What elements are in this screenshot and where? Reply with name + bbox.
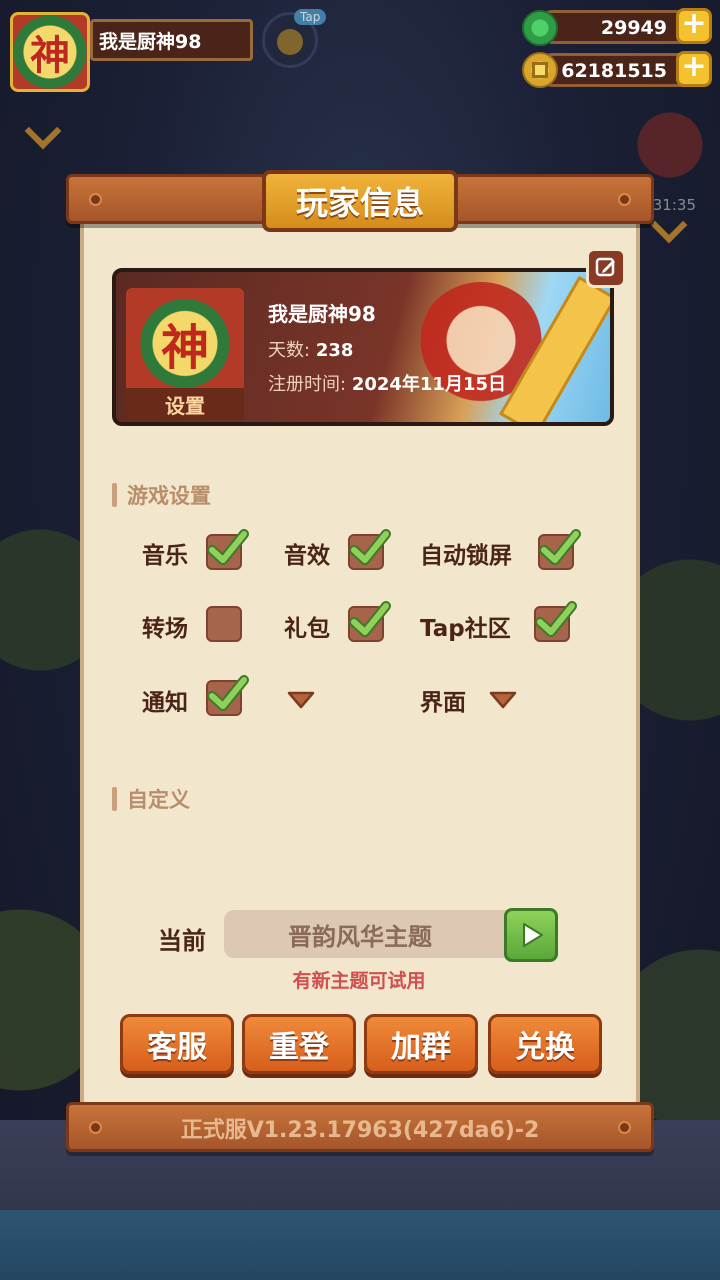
- checkmark-icon: [535, 601, 577, 637]
- profile-register-date: 注册时间: 2024年11月15日: [268, 370, 506, 396]
- version-label: 正式服V1.23.17963(427da6)-2: [180, 1118, 540, 1143]
- player-name-plate: 我是厨神98: [90, 19, 253, 61]
- custom-title: 自定义: [127, 788, 190, 812]
- theme-name-field[interactable]: 晋韵风华主题: [224, 910, 520, 958]
- checkmark-icon: [539, 529, 581, 565]
- music-label: 音乐: [142, 543, 188, 569]
- register-value: 2024年11月15日: [351, 374, 507, 395]
- current-theme-label: 当前: [158, 927, 206, 955]
- auto-lock-label: 自动锁屏: [420, 543, 512, 569]
- add-coin-button[interactable]: +: [676, 51, 712, 87]
- section-marker: [112, 483, 117, 507]
- transition-label: 转场: [142, 616, 188, 642]
- avatar-settings-button[interactable]: 设置: [126, 388, 244, 420]
- tap-tag: Tap: [294, 9, 327, 25]
- background-water: [0, 1210, 720, 1280]
- coin-icon: [522, 52, 558, 88]
- customer-service-button[interactable]: 客服: [120, 1014, 234, 1074]
- music-checkbox[interactable]: [206, 529, 249, 570]
- tap-community-label: Tap社区: [420, 616, 511, 642]
- avatar-glyph: 神: [160, 320, 209, 376]
- player-avatar[interactable]: 神: [10, 12, 90, 92]
- interface-label: 界面: [420, 690, 466, 716]
- edit-profile-button[interactable]: [586, 248, 626, 288]
- chevron-down-icon[interactable]: [488, 690, 518, 709]
- register-label: 注册时间:: [268, 374, 347, 395]
- checkmark-icon: [207, 529, 249, 565]
- edit-icon: [595, 257, 615, 277]
- gift-pack-label: 礼包: [284, 616, 330, 642]
- jade-icon: [522, 10, 558, 46]
- add-jade-button[interactable]: +: [676, 8, 712, 44]
- sound-effect-label: 音效: [284, 543, 330, 569]
- days-value: 238: [315, 340, 354, 361]
- chevron-down-icon[interactable]: [286, 690, 316, 709]
- profile-days: 天数: 238: [268, 336, 353, 362]
- notification-checkbox[interactable]: [206, 675, 249, 716]
- play-icon: [523, 923, 543, 947]
- custom-heading: 自定义: [112, 784, 190, 814]
- sound-effect-checkbox[interactable]: [348, 529, 391, 570]
- profile-card: 神 设置 我是厨神98 天数: 238 注册时间: 2024年11月15日: [112, 268, 614, 426]
- days-label: 天数:: [268, 340, 311, 361]
- relogin-button[interactable]: 重登: [242, 1014, 356, 1074]
- jade-amount: 29949: [600, 17, 667, 39]
- join-group-button[interactable]: 加群: [364, 1014, 478, 1074]
- section-marker: [112, 787, 117, 811]
- notification-label: 通知: [142, 690, 188, 716]
- checkmark-icon: [349, 529, 391, 565]
- nail-icon: [89, 193, 102, 206]
- avatar-glyph: 神: [30, 32, 70, 79]
- checkmark-icon: [349, 601, 391, 637]
- nail-icon: [618, 193, 631, 206]
- transition-checkbox[interactable]: [206, 606, 242, 642]
- tap-community-checkbox[interactable]: [534, 601, 577, 642]
- auto-lock-checkbox[interactable]: [538, 529, 581, 570]
- dialog-title: 玩家信息: [262, 170, 458, 232]
- coin-amount: 62181515: [561, 60, 667, 82]
- game-settings-heading: 游戏设置: [112, 480, 211, 510]
- gift-pack-checkbox[interactable]: [348, 601, 391, 642]
- theme-next-button[interactable]: [504, 908, 558, 962]
- new-theme-hint: 有新主题可试用: [292, 970, 426, 992]
- checkmark-icon: [207, 675, 249, 711]
- redeem-button[interactable]: 兑换: [488, 1014, 602, 1074]
- game-settings-title: 游戏设置: [127, 484, 211, 508]
- profile-name: 我是厨神98: [268, 302, 376, 326]
